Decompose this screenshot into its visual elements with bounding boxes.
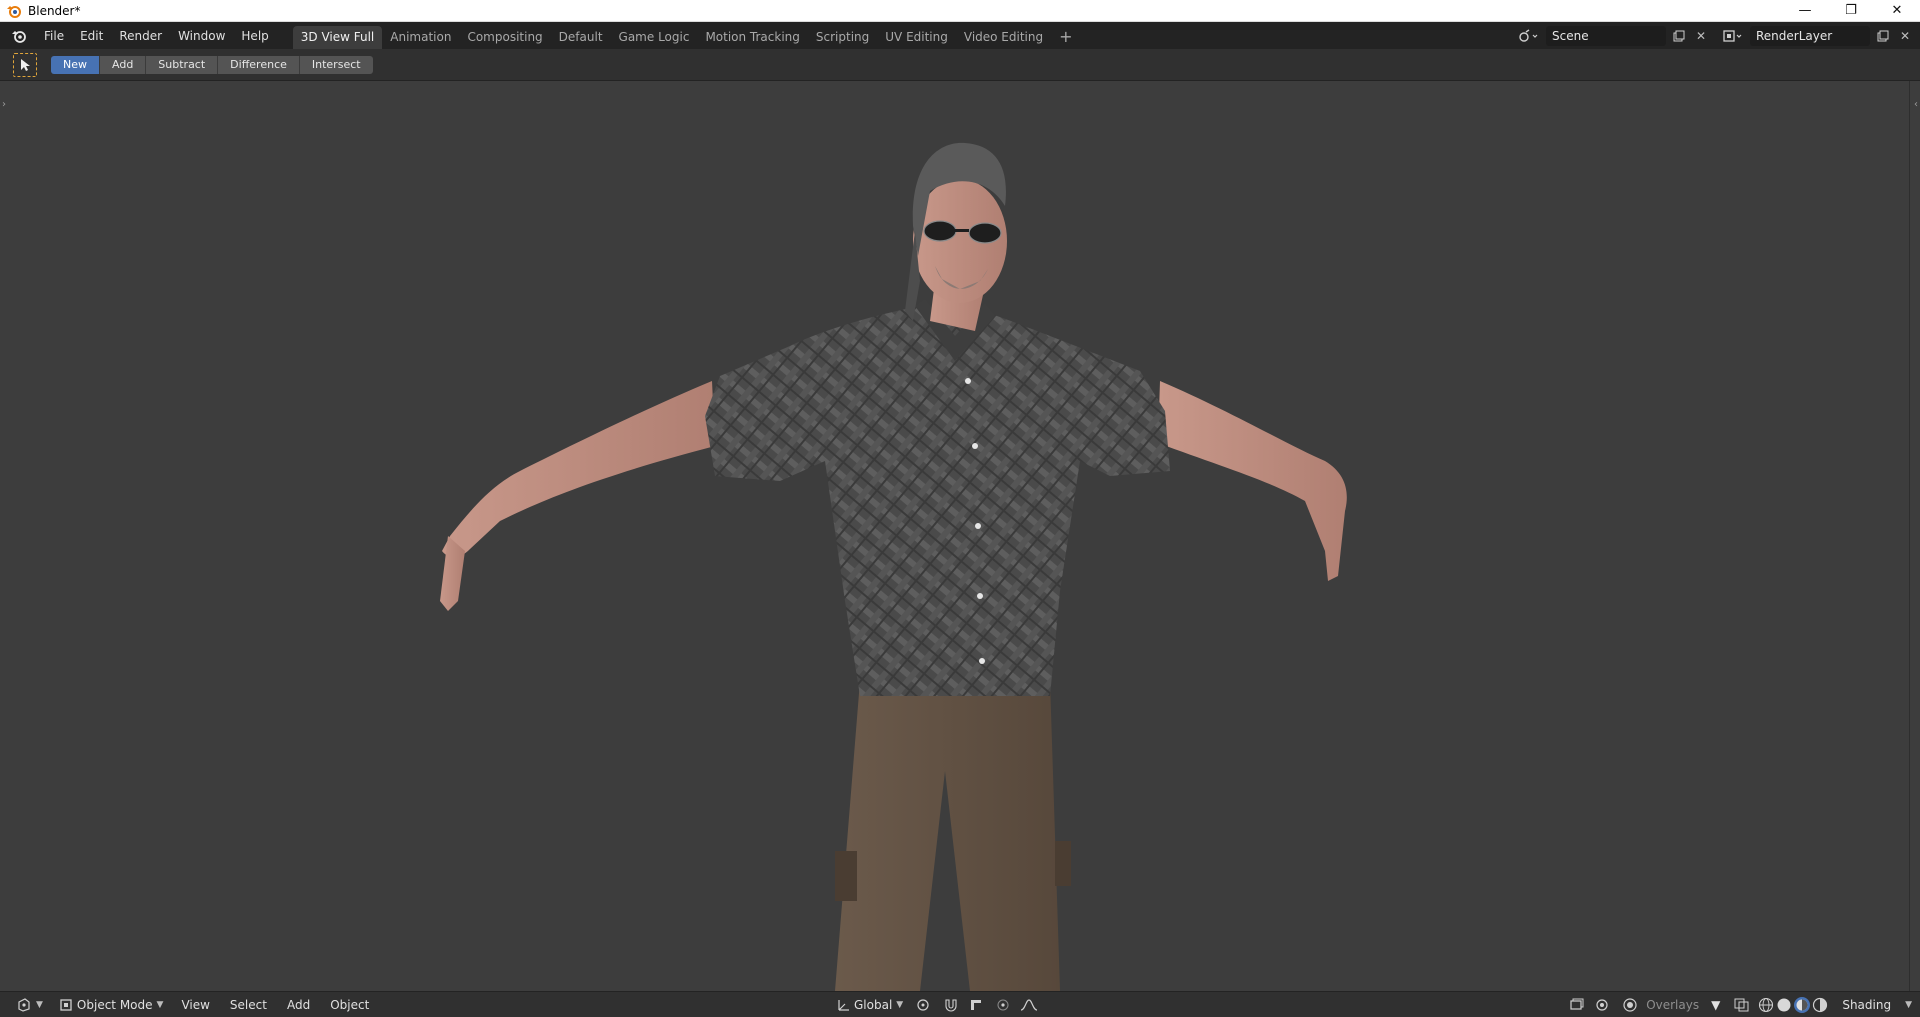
top-bar: File Edit Render Window Help 3D View Ful… <box>0 22 1920 49</box>
window-title: Blender* <box>28 3 81 18</box>
shading-mode-group <box>1758 996 1828 1013</box>
menu-window[interactable]: Window <box>170 25 233 47</box>
xray-toggle-icon[interactable] <box>1732 995 1752 1015</box>
proportional-edit-icon[interactable] <box>993 995 1013 1015</box>
chevron-down-icon: ▼ <box>36 999 43 1010</box>
view-object-types-icon[interactable] <box>1568 995 1588 1015</box>
pivot-point-icon[interactable] <box>915 995 935 1015</box>
overlays-dropdown[interactable]: Overlays <box>1646 998 1699 1012</box>
editor-type-dropdown[interactable]: ▼ <box>10 995 49 1015</box>
menu-render[interactable]: Render <box>111 25 170 47</box>
chevron-down-icon: ▼ <box>1905 999 1912 1010</box>
menu-file[interactable]: File <box>36 25 72 47</box>
chevron-down-icon: ▼ <box>156 999 164 1010</box>
menu-add[interactable]: Add <box>279 995 318 1015</box>
selection-mode-group: New Add Subtract Difference Intersect <box>51 55 373 74</box>
minimize-button[interactable]: — <box>1782 0 1828 22</box>
viewport-display-controls: Overlays ▼ Shading ▼ <box>1568 995 1912 1015</box>
chevron-down-icon: ▼ <box>1711 997 1721 1012</box>
scene-selector-group: Scene ✕ RenderLayer ✕ <box>1516 25 1914 46</box>
tab-video-editing[interactable]: Video Editing <box>956 26 1051 49</box>
new-render-layer-icon[interactable] <box>1874 26 1892 46</box>
scene-name-field[interactable]: Scene <box>1546 25 1666 46</box>
snap-element-icon[interactable] <box>967 995 987 1015</box>
tab-animation[interactable]: Animation <box>382 26 459 49</box>
shading-dropdown[interactable]: Shading <box>1834 995 1899 1015</box>
restore-button[interactable]: ❐ <box>1828 0 1874 22</box>
viewport-header: ▼ Object Mode ▼ View Select Add Object G… <box>0 991 1920 1017</box>
delete-scene-icon[interactable]: ✕ <box>1692 26 1710 46</box>
object-mode-icon <box>60 998 72 1011</box>
workspace-tabs: 3D View Full Animation Compositing Defau… <box>292 22 1081 49</box>
menu-view[interactable]: View <box>173 995 217 1015</box>
render-layer-name-field[interactable]: RenderLayer <box>1750 25 1870 46</box>
menu-select[interactable]: Select <box>222 995 275 1015</box>
transform-orientation-label: Global <box>854 997 893 1012</box>
object-mode-label: Object Mode <box>76 997 153 1012</box>
snap-icon[interactable] <box>941 995 961 1015</box>
add-workspace-button[interactable]: + <box>1051 26 1080 49</box>
blender-icon <box>7 5 21 18</box>
tab-3d-view-full[interactable]: 3D View Full <box>292 26 383 49</box>
mode-new-button[interactable]: New <box>51 55 100 74</box>
render-layer-browse-icon[interactable] <box>1720 26 1746 46</box>
menu-edit[interactable]: Edit <box>72 25 111 47</box>
mode-difference-button[interactable]: Difference <box>218 55 300 74</box>
mode-add-button[interactable]: Add <box>100 55 147 74</box>
viewport-editor-icon <box>18 997 30 1012</box>
overlays-icon[interactable] <box>1620 995 1640 1015</box>
tab-default[interactable]: Default <box>551 26 611 49</box>
scene-browse-icon[interactable] <box>1516 26 1542 46</box>
tab-compositing[interactable]: Compositing <box>459 26 550 49</box>
blender-menu-icon[interactable] <box>8 25 30 47</box>
mode-subtract-button[interactable]: Subtract <box>146 55 219 74</box>
character-model <box>440 142 1347 991</box>
menu-object[interactable]: Object <box>322 995 377 1015</box>
tab-uv-editing[interactable]: UV Editing <box>877 26 956 49</box>
axes-icon <box>838 999 849 1011</box>
tab-motion-tracking[interactable]: Motion Tracking <box>697 26 807 49</box>
transform-orientation-dropdown[interactable]: Global ▼ <box>830 995 909 1015</box>
chevron-down-icon: ▼ <box>896 999 904 1010</box>
delete-render-layer-icon[interactable]: ✕ <box>1896 26 1914 46</box>
gizmo-icon[interactable] <box>1594 995 1614 1015</box>
select-box-icon[interactable] <box>13 52 37 77</box>
falloff-icon[interactable] <box>1019 995 1039 1015</box>
3d-viewport[interactable]: › ‹ <box>0 81 1920 991</box>
close-button[interactable]: ✕ <box>1874 0 1920 22</box>
tool-header: New Add Subtract Difference Intersect <box>0 49 1920 81</box>
menu-help[interactable]: Help <box>233 25 276 47</box>
tab-game-logic[interactable]: Game Logic <box>611 26 698 49</box>
new-scene-icon[interactable] <box>1670 26 1688 46</box>
material-shading-icon[interactable] <box>1794 996 1811 1013</box>
mode-intersect-button[interactable]: Intersect <box>299 55 373 74</box>
object-mode-dropdown[interactable]: Object Mode ▼ <box>53 995 170 1015</box>
tab-scripting[interactable]: Scripting <box>808 26 877 49</box>
window-titlebar: Blender* — ❐ ✕ <box>0 0 1920 22</box>
transform-controls: Global ▼ <box>830 995 1039 1015</box>
wireframe-shading-icon[interactable] <box>1758 997 1774 1013</box>
rendered-shading-icon[interactable] <box>1812 997 1828 1013</box>
solid-shading-icon[interactable] <box>1776 997 1792 1013</box>
